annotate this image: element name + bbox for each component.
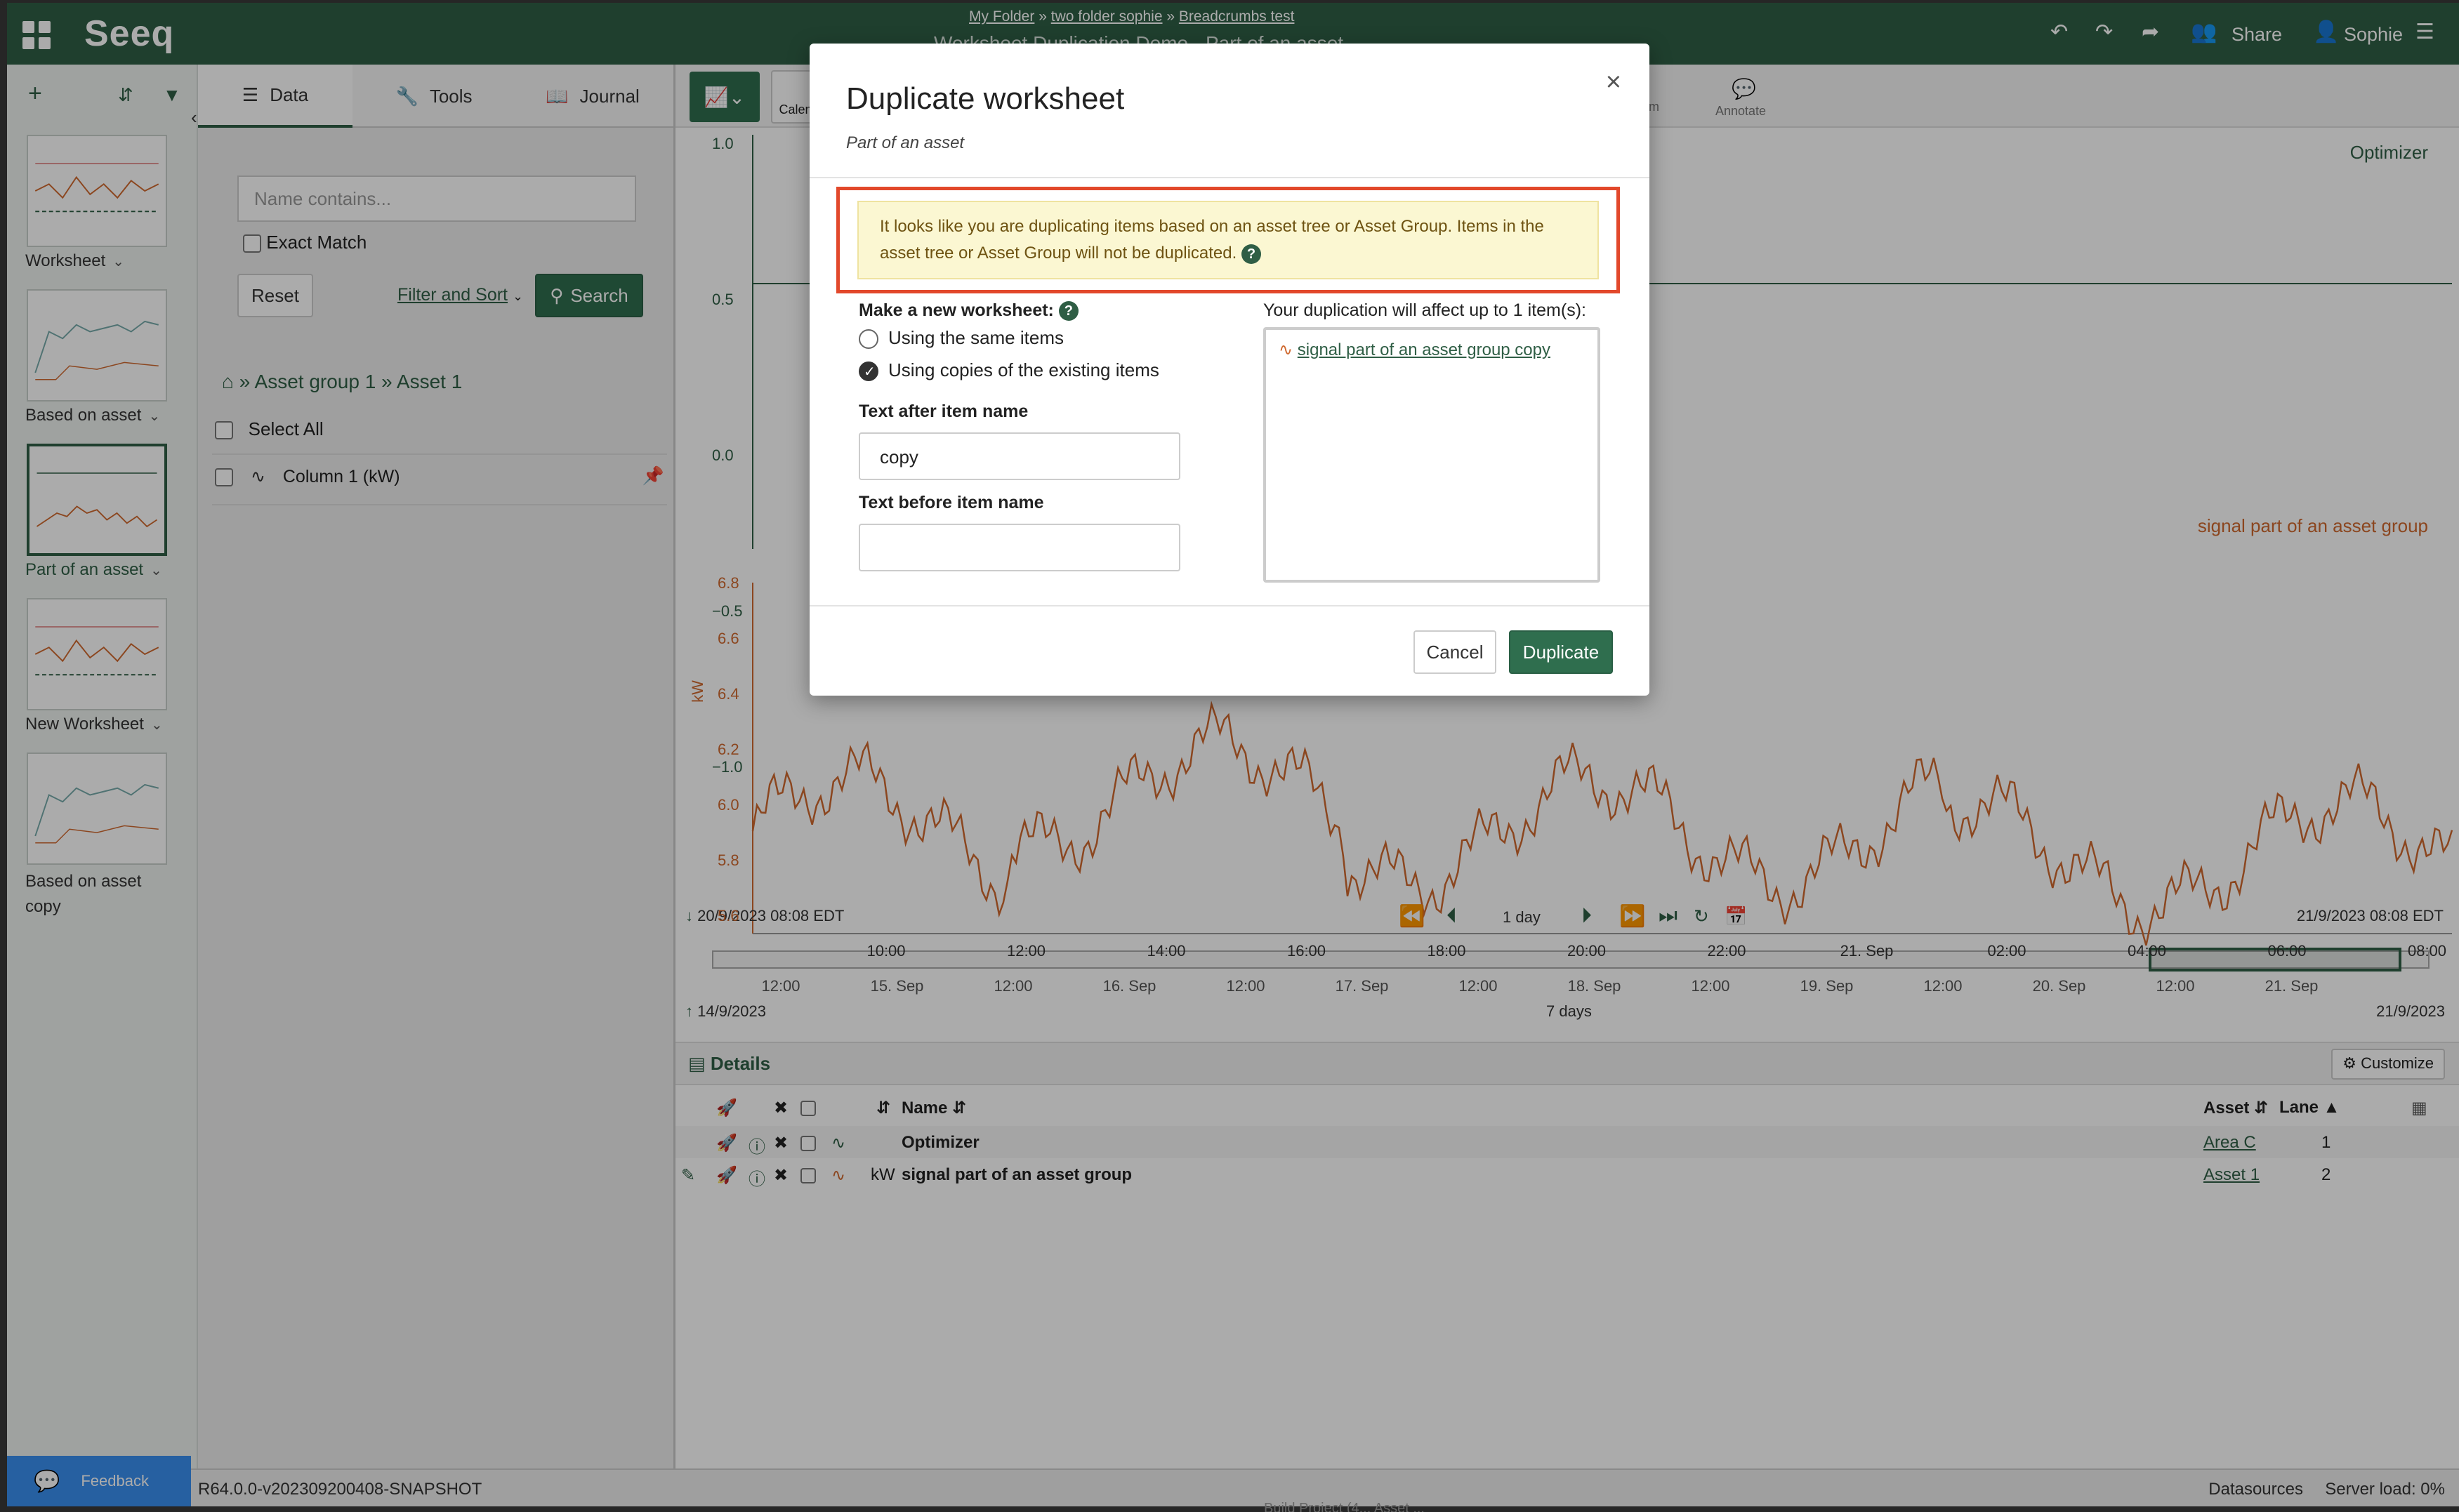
close-icon[interactable]: × <box>1606 67 1621 98</box>
help-icon[interactable]: ? <box>1058 301 1079 321</box>
text-before-input[interactable] <box>859 524 1180 571</box>
make-new-label: Make a new worksheet: ? <box>859 300 1079 321</box>
option-same-items[interactable]: Using the same items <box>859 327 1064 350</box>
radio-copies[interactable] <box>859 362 878 382</box>
help-icon[interactable]: ? <box>1241 244 1261 264</box>
modal-subtitle: Part of an asset <box>846 133 965 152</box>
cancel-button[interactable]: Cancel <box>1413 630 1496 674</box>
text-before-label: Text before item name <box>859 493 1044 512</box>
duplicate-worksheet-modal: Duplicate worksheet Part of an asset × I… <box>810 44 1649 696</box>
signal-icon: ∿ <box>1279 340 1293 359</box>
affect-label: Your duplication will affect up to 1 ite… <box>1263 300 1586 320</box>
text-after-input[interactable]: copy <box>859 432 1180 480</box>
modal-title: Duplicate worksheet <box>846 81 1125 116</box>
affected-items-list: ∿ signal part of an asset group copy <box>1263 327 1600 583</box>
text-after-label: Text after item name <box>859 402 1029 421</box>
option-copies[interactable]: Using copies of the existing items <box>859 359 1159 382</box>
list-item[interactable]: ∿ signal part of an asset group copy <box>1279 340 1585 360</box>
warning-message: It looks like you are duplicating items … <box>857 201 1599 279</box>
duplicate-button[interactable]: Duplicate <box>1509 630 1613 674</box>
radio-same-items[interactable] <box>859 329 878 350</box>
